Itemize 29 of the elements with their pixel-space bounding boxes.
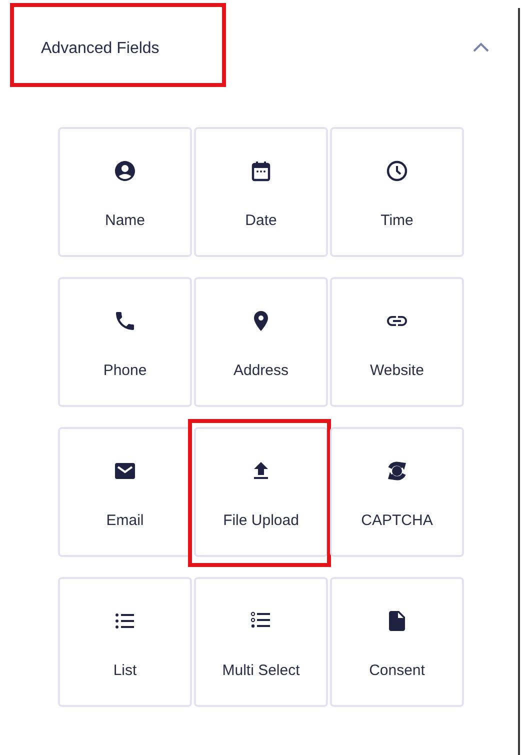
field-card[interactable]: List (58, 577, 192, 707)
field-label: File Upload (223, 511, 299, 531)
field-label: Time (380, 211, 414, 231)
field-label: Date (245, 211, 277, 231)
refresh-icon (385, 459, 409, 483)
field-card[interactable]: Multi Select (194, 577, 328, 707)
field-card[interactable]: Consent (330, 577, 464, 707)
field-card[interactable]: File Upload (194, 427, 328, 557)
field-label: Multi Select (222, 661, 300, 681)
calendar-icon (249, 159, 273, 183)
field-label: CAPTCHA (361, 511, 433, 531)
field-card[interactable]: Website (330, 277, 464, 407)
field-label: Phone (103, 361, 147, 381)
field-label: Address (233, 361, 289, 381)
field-card[interactable]: Time (330, 127, 464, 257)
clock-icon (385, 159, 409, 183)
section-title: Advanced Fields (41, 39, 160, 59)
field-card[interactable]: Date (194, 127, 328, 257)
field-label: Consent (369, 661, 425, 681)
field-label: Name (104, 211, 145, 231)
field-card[interactable]: Phone (58, 277, 192, 407)
phone-icon (113, 309, 137, 333)
field-label: Email (106, 511, 144, 531)
field-label: List (113, 661, 137, 681)
field-label: Website (370, 361, 424, 381)
chevron-up-icon (472, 42, 490, 52)
field-card[interactable]: Name (58, 127, 192, 257)
field-card[interactable]: Address (194, 277, 328, 407)
field-card[interactable]: CAPTCHA (330, 427, 464, 557)
